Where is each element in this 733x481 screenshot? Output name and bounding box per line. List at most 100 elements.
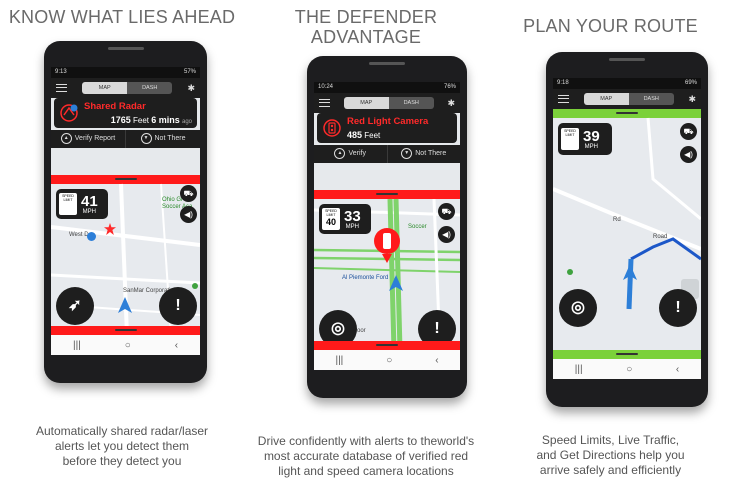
not-there-button[interactable]: ▼ Not There [126,130,200,148]
not-there-button[interactable]: ▼ Not There [388,145,461,163]
android-nav-bar: ||| ○ ‹ [314,350,460,370]
home-button[interactable]: ○ [626,364,632,375]
volume-icon[interactable]: ◀) [180,206,197,223]
thumbs-down-icon: ▼ [140,132,152,144]
bluetooth-icon[interactable]: ✱ [447,98,455,109]
verify-label: Verify [348,150,366,157]
caption-line: most accurate database of verified red [263,449,469,463]
panel-caption: Drive confidently with alerts to theworl… [244,434,488,479]
recents-button[interactable]: ||| [575,364,583,375]
volume-icon[interactable]: ◀) [680,146,697,163]
caption-line: light and speed camera locations [278,464,454,478]
alert-bar-bottom [51,326,200,335]
menu-icon[interactable] [319,99,330,107]
view-toggle[interactable]: MAP DASH [343,97,434,109]
verify-report-button[interactable]: ▲ Verify Report [51,130,126,148]
current-speed: 33 MPH [344,209,361,230]
tab-map[interactable]: MAP [82,82,128,94]
car-icon[interactable]: ⛟ [180,185,197,202]
caption-line: Automatically shared radar/laser [35,424,209,438]
panel-heading: PLAN YOUR ROUTE [488,16,733,36]
phone-frame: 9:18 69% MAP DASH ✱ Rd Road SPEED LIMIT … [546,52,708,407]
current-speed-value: 41 [81,192,98,210]
tab-map[interactable]: MAP [343,97,389,109]
car-icon[interactable]: ⛟ [438,203,455,220]
compass-icon[interactable]: ➶ [56,287,94,325]
phone-screen: 10:24 76% MAP DASH ✱ Red Light Camera 48… [314,82,460,370]
alert-icon[interactable]: ! [159,287,197,325]
map-label: Road [653,234,668,240]
speed-limit-value: 40 [325,217,336,227]
alert-eta-suffix: ago [181,119,192,125]
red-light-camera-marker-icon[interactable] [374,228,400,263]
alert-card: Red Light Camera 485 Feet [317,113,457,143]
tab-dash[interactable]: DASH [388,97,434,109]
android-nav-bar: ||| ○ ‹ [51,335,200,355]
back-button[interactable]: ‹ [175,340,178,351]
map-view[interactable]: Soccer Al Piemonte Ford Broadmoor SPEED … [314,190,460,350]
tab-dash[interactable]: DASH [127,82,173,94]
map-label: Al Piemonte Ford [342,275,389,281]
panel-red-light: THE DEFENDER ADVANTAGE 10:24 76% MAP DAS… [244,0,488,481]
alert-eta: 6 mins [151,115,180,125]
verify-report-button[interactable]: ▲ Verify [314,145,388,163]
back-button[interactable]: ‹ [676,364,679,375]
menu-icon[interactable] [558,95,569,103]
status-time: 9:18 [557,80,569,86]
view-toggle[interactable]: MAP DASH [82,82,173,94]
alert-actions: ▲ Verify Report ▼ Not There [51,130,200,148]
alert-title: Red Light Camera [347,116,429,127]
status-bar: 9:18 69% [553,78,701,89]
speed-display: SPEED LIMIT 39 MPH [558,123,612,155]
map-view[interactable]: Ohio Gr Soccer Aca West D SanMar Corpora… [51,175,200,335]
status-battery: 76% [443,84,456,90]
not-there-label: Not There [154,135,186,142]
panel-heading: THE DEFENDER ADVANTAGE [244,7,488,47]
car-icon[interactable]: ⛟ [680,123,697,140]
speed-limit-sign: SPEED LIMIT [561,128,579,150]
speed-unit: MPH [584,143,599,150]
thumbs-up-icon: ▲ [60,132,72,144]
phone-frame: 9:13 57% MAP DASH ✱ Shared Radar 1765 Fe… [44,41,207,383]
verify-label: Verify Report [74,135,116,142]
alert-details: 485 Feet [347,130,380,140]
recents-button[interactable]: ||| [335,355,343,366]
locate-icon[interactable]: ◎ [559,289,597,327]
caption-line: Drive confidently with alerts to theworl… [257,434,475,448]
status-bar: 9:13 57% [51,67,200,78]
map-label: West D [69,232,89,238]
back-button[interactable]: ‹ [435,355,438,366]
map-label: Rd [613,217,621,223]
status-time: 10:24 [318,84,334,90]
bluetooth-icon[interactable]: ✱ [688,94,696,105]
alert-icon[interactable]: ! [659,289,697,327]
panel-radar: KNOW WHAT LIES AHEAD 9:13 57% MAP DASH ✱ [0,0,244,481]
view-toggle[interactable]: MAP DASH [583,93,674,105]
heading-line: KNOW WHAT LIES AHEAD [8,7,236,27]
map-view[interactable]: Rd Road SPEED LIMIT 39 MPH ⛟ ◀) ◎ ! [553,109,701,359]
volume-icon[interactable]: ◀) [438,226,455,243]
panel-caption: Automatically shared radar/laser alerts … [0,424,244,469]
menu-icon[interactable] [56,84,67,92]
bluetooth-icon[interactable]: ✱ [187,83,195,94]
speed-limit-label: SPEED LIMIT [62,194,74,202]
heading-line: PLAN YOUR ROUTE [523,16,698,36]
recents-button[interactable]: ||| [73,340,81,351]
alert-unit: Feet [132,116,149,125]
top-bar: MAP DASH ✱ [314,93,460,113]
caption-line: and Get Directions help you [536,448,685,462]
radar-icon [60,104,78,122]
home-button[interactable]: ○ [386,355,392,366]
panel-route: PLAN YOUR ROUTE 9:18 69% MAP DASH ✱ Rd R… [488,0,733,481]
speed-display: SPEED LIMIT 41 MPH [56,189,108,219]
status-battery: 69% [684,80,697,86]
speed-unit: MPH [345,223,360,230]
alert-distance: 1765 [110,115,131,125]
speed-unit: MPH [82,208,97,215]
tab-dash[interactable]: DASH [628,93,674,105]
caption-line: arrive safely and efficiently [539,463,682,477]
camera-icon [323,119,341,137]
speed-display: SPEED LIMIT 40 33 MPH [319,204,371,234]
home-button[interactable]: ○ [125,340,131,351]
tab-map[interactable]: MAP [583,93,629,105]
